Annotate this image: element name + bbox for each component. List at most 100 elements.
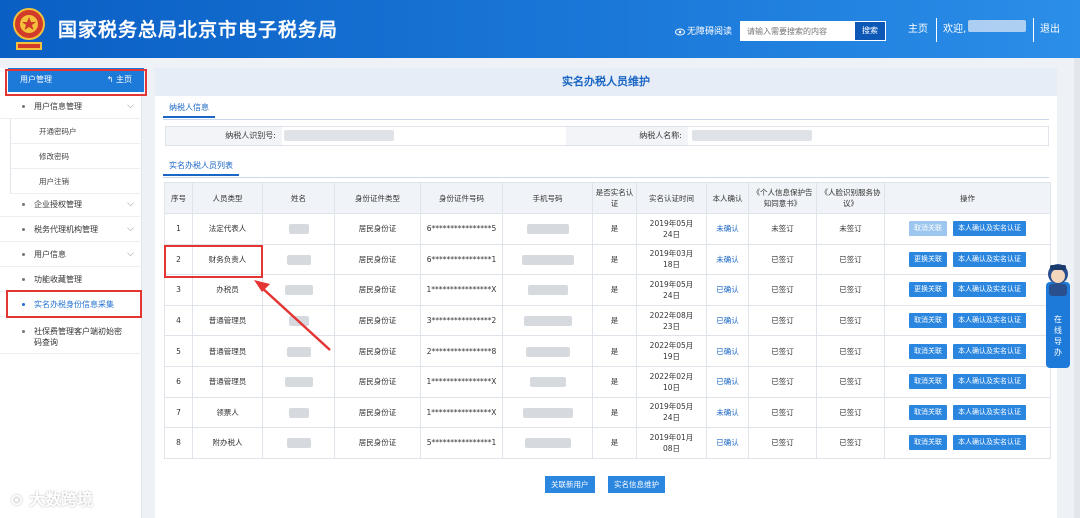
cell-self-confirm[interactable]: 已确认 bbox=[706, 274, 749, 306]
watermark-text: 大数跨境 bbox=[28, 490, 93, 509]
name-blurred bbox=[286, 438, 311, 449]
cell-no: 8 bbox=[164, 427, 193, 459]
cell-id-number: 2****************8 bbox=[420, 335, 503, 367]
cell-verified: 是 bbox=[592, 335, 637, 367]
confirm-verify-button[interactable]: 本人确认及实名认证 bbox=[953, 313, 1026, 329]
accessibility-link[interactable]: 无障碍阅读 bbox=[675, 24, 732, 37]
cell-operations: 取消关联 本人确认及实名认证 bbox=[884, 396, 1051, 429]
cell-name bbox=[262, 365, 335, 398]
cell-operations: 取消关联 本人确认及实名认证 bbox=[884, 427, 1051, 459]
cell-self-confirm[interactable]: 已确认 bbox=[706, 335, 749, 367]
change-link-button[interactable]: 取消关联 bbox=[909, 313, 947, 329]
change-link-button[interactable]: 更换关联 bbox=[909, 251, 947, 267]
cell-phone bbox=[502, 274, 593, 306]
cell-consent: 已签订 bbox=[748, 274, 817, 306]
realname-maintain-button[interactable]: 实名信息维护 bbox=[608, 476, 665, 493]
cell-no: 5 bbox=[164, 335, 193, 367]
sidebar-item-favorites[interactable]: 功能收藏管理 bbox=[0, 267, 142, 292]
cell-face-agreement: 已签订 bbox=[816, 427, 885, 459]
change-link-button[interactable]: 更换关联 bbox=[909, 282, 947, 298]
sidebar-item-label: 税务代理机构管理 bbox=[34, 225, 98, 234]
watermark: ⊙ 大数跨境 bbox=[10, 486, 93, 510]
cell-name bbox=[262, 427, 335, 459]
cell-verify-time: 2022年02月10日 bbox=[636, 365, 707, 398]
cell-consent: 已签订 bbox=[748, 396, 817, 429]
scrollbar[interactable] bbox=[1074, 58, 1080, 518]
cell-verified: 是 bbox=[592, 396, 637, 429]
sidebar-item-agency-mgmt[interactable]: 税务代理机构管理 ⌵ bbox=[0, 217, 142, 242]
sidebar-item-user-info[interactable]: 用户信息 ⌵ bbox=[0, 242, 142, 267]
add-user-button[interactable]: 关联新用户 bbox=[545, 476, 595, 493]
cell-face-agreement: 已签订 bbox=[816, 365, 885, 398]
home-link[interactable]: 主页 bbox=[908, 20, 928, 35]
cell-id-type: 居民身份证 bbox=[334, 213, 421, 245]
cell-verify-time: 2019年05月24日 bbox=[636, 274, 707, 306]
sidebar-item-social-insurance[interactable]: 社保费管理客户端初始密码查询 bbox=[0, 320, 142, 354]
confirm-verify-button[interactable]: 本人确认及实名认证 bbox=[953, 435, 1026, 451]
site-title: 国家税务总局北京市电子税务局 bbox=[58, 19, 339, 41]
confirm-verify-button[interactable]: 本人确认及实名认证 bbox=[953, 404, 1026, 420]
table-row: 7 领票人 居民身份证 1****************X 是 2019年05月24日未… bbox=[164, 396, 1051, 429]
sidebar-subitem-change-password[interactable]: 修改密码 bbox=[10, 144, 142, 169]
sidebar-subitem-deregister[interactable]: 用户注销 bbox=[10, 169, 142, 194]
search-button[interactable]: 搜索 bbox=[854, 21, 886, 41]
cell-verify-time: 2022年08月23日 bbox=[636, 304, 707, 337]
assistant-avatar-icon[interactable] bbox=[1044, 262, 1072, 298]
confirm-verify-button[interactable]: 本人确认及实名认证 bbox=[953, 374, 1026, 390]
sidebar-subitem-open-password[interactable]: 开通密码户 bbox=[10, 119, 142, 144]
confirm-verify-button[interactable]: 本人确认及实名认证 bbox=[953, 221, 1026, 237]
search-input[interactable] bbox=[740, 21, 854, 41]
change-link-button[interactable]: 取消关联 bbox=[909, 404, 947, 420]
cell-verify-time: 2019年03月18日 bbox=[636, 243, 707, 276]
watermark-logo-icon: ⊙ bbox=[10, 490, 29, 509]
change-link-button[interactable]: 取消关联 bbox=[909, 374, 947, 390]
change-link-button[interactable]: 取消关联 bbox=[909, 221, 947, 237]
cell-no: 6 bbox=[164, 365, 193, 398]
cell-self-confirm[interactable]: 未确认 bbox=[706, 243, 749, 276]
online-guide-label: 在线导办 bbox=[1054, 315, 1062, 357]
cell-id-type: 居民身份证 bbox=[334, 304, 421, 337]
cell-self-confirm[interactable]: 已确认 bbox=[706, 304, 749, 337]
phone-blurred bbox=[526, 224, 569, 235]
cell-verify-time: 2019年01月08日 bbox=[636, 427, 707, 459]
cell-verified: 是 bbox=[592, 213, 637, 245]
tab-taxpayer-info[interactable]: 纳税人信息 bbox=[163, 98, 215, 118]
cell-verify-time: 2019年05月24日 bbox=[636, 396, 707, 429]
name-blurred bbox=[286, 254, 311, 265]
cell-phone bbox=[502, 213, 593, 245]
welcome-text: 欢迎, bbox=[943, 24, 967, 35]
col-header: 本人确认 bbox=[706, 182, 749, 214]
confirm-verify-button[interactable]: 本人确认及实名认证 bbox=[953, 282, 1026, 298]
cell-id-number: 6****************1 bbox=[420, 243, 503, 276]
cell-face-agreement: 已签订 bbox=[816, 274, 885, 306]
chevron-down-icon: ⌵ bbox=[127, 101, 134, 111]
tab-realname-list[interactable]: 实名办税人员列表 bbox=[163, 156, 239, 176]
sidebar-item-label: 社保费管理客户端初始密码查询 bbox=[34, 327, 122, 347]
cell-id-type: 居民身份证 bbox=[334, 427, 421, 459]
sidebar-item-label: 企业授权管理 bbox=[34, 200, 82, 209]
sidebar-item-user-info-mgmt[interactable]: 用户信息管理 ⌵ bbox=[0, 94, 142, 119]
tax-emblem-icon bbox=[13, 8, 45, 50]
confirm-verify-button[interactable]: 本人确认及实名认证 bbox=[953, 343, 1026, 359]
cell-no: 3 bbox=[164, 274, 193, 306]
cell-self-confirm[interactable]: 已确认 bbox=[706, 427, 749, 459]
cell-self-confirm[interactable]: 未确认 bbox=[706, 213, 749, 245]
table-row: 8 附办税人 居民身份证 5****************1 是 2019年01月08日… bbox=[164, 427, 1051, 459]
change-link-button[interactable]: 取消关联 bbox=[909, 343, 947, 359]
cell-consent: 已签订 bbox=[748, 335, 817, 367]
phone-blurred bbox=[527, 285, 568, 296]
bullet-icon bbox=[22, 105, 25, 108]
bullet-icon bbox=[22, 253, 25, 256]
change-link-button[interactable]: 取消关联 bbox=[909, 435, 947, 451]
logout-link[interactable]: 退出 bbox=[1040, 20, 1060, 35]
cell-verified: 是 bbox=[592, 243, 637, 276]
cell-id-type: 居民身份证 bbox=[334, 365, 421, 398]
cell-consent: 已签订 bbox=[748, 243, 817, 276]
cell-id-number: 1****************X bbox=[420, 396, 503, 429]
sidebar-item-enterprise-auth[interactable]: 企业授权管理 ⌵ bbox=[0, 192, 142, 217]
cell-verified: 是 bbox=[592, 427, 637, 459]
cell-self-confirm[interactable]: 未确认 bbox=[706, 396, 749, 429]
cell-no: 4 bbox=[164, 304, 193, 337]
confirm-verify-button[interactable]: 本人确认及实名认证 bbox=[953, 251, 1026, 267]
cell-self-confirm[interactable]: 已确认 bbox=[706, 365, 749, 398]
